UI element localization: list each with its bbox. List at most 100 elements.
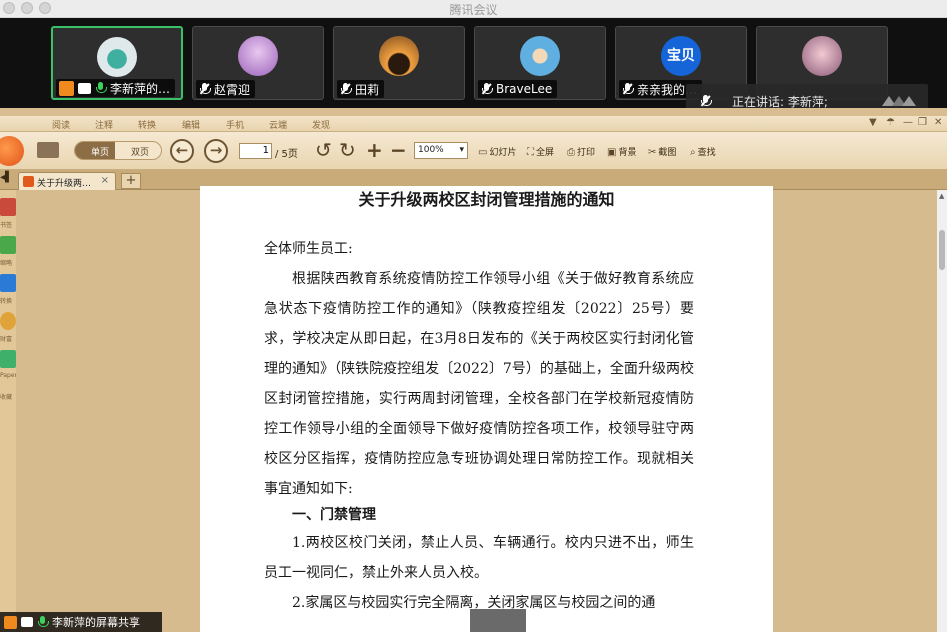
shared-screen: 阅读 注释 转换 编辑 手机 云端 发现 ▼ ☂ — ❐ ✕ 单页 双页 ← →… <box>0 108 947 632</box>
scroll-up-icon[interactable]: ▲ <box>939 192 944 200</box>
open-folder-icon[interactable] <box>37 142 59 158</box>
screen-share-icon <box>78 82 91 94</box>
host-icon <box>59 80 74 96</box>
prev-page-button[interactable]: ← <box>170 139 194 163</box>
reader-menu-tabs: 阅读 注释 转换 编辑 手机 云端 发现 ▼ ☂ — ❐ ✕ <box>0 116 947 132</box>
favorites-label[interactable]: 收藏 <box>0 392 12 401</box>
section-heading: 一、门禁管理 <box>292 507 376 523</box>
screen-share-bar: 李新萍的屏幕共享 <box>0 612 162 632</box>
fullscreen-icon: ⛶ <box>527 147 534 158</box>
screen-share-label: 李新萍的屏幕共享 <box>52 616 140 629</box>
zoom-out-icon[interactable]: − <box>390 140 407 160</box>
slideshow-icon: ▭ <box>478 147 488 158</box>
convert-icon[interactable] <box>0 274 16 292</box>
close-icon[interactable]: ✕ <box>934 117 942 128</box>
screenshot-button[interactable]: ✂ 截图 <box>648 145 676 158</box>
window-title: 腾讯会议 <box>449 3 498 17</box>
zoom-in-icon[interactable]: + <box>366 140 383 160</box>
menu-tab-read[interactable]: 阅读 <box>52 118 70 131</box>
vertical-scrollbar[interactable]: ▲ <box>937 190 947 632</box>
avatar <box>379 36 419 76</box>
menu-tab-discover[interactable]: 发现 <box>312 118 330 131</box>
menu-tab-convert[interactable]: 转换 <box>138 118 156 131</box>
background-button[interactable]: ▣ 背景 <box>607 145 636 158</box>
participant-name: 赵霄迎 <box>214 82 251 97</box>
document-tab-title: 关于升级两… <box>37 179 92 189</box>
menu-tab-annotate[interactable]: 注释 <box>95 118 113 131</box>
mic-muted-icon <box>481 83 493 95</box>
participant-tile[interactable]: 田莉 <box>333 26 465 100</box>
background-icon: ▣ <box>607 147 617 158</box>
menu-tab-cloud[interactable]: 云端 <box>269 118 287 131</box>
avatar <box>238 36 278 76</box>
menu-tab-mobile[interactable]: 手机 <box>226 118 244 131</box>
print-button[interactable]: ⎙ 打印 <box>567 145 595 158</box>
bookmark-label: 书签 <box>0 222 13 229</box>
avatar: 宝贝 <box>661 36 701 76</box>
double-page-button[interactable]: 双页 <box>115 142 155 159</box>
close-tab-icon[interactable]: × <box>101 175 109 186</box>
reader-toolbar: 单页 双页 ← → 1 / 5页 ↺ ↻ + − 100% ▭幻灯片 ⛶全屏 ⎙… <box>0 132 947 170</box>
minimize-icon[interactable]: — <box>903 117 913 128</box>
find-button[interactable]: ⌕ 查找 <box>690 145 716 158</box>
menu-tab-edit[interactable]: 编辑 <box>182 118 200 131</box>
participant-name: BraveLee <box>496 82 553 96</box>
page-number-input[interactable]: 1 <box>239 143 272 159</box>
scrollbar-thumb[interactable] <box>939 230 945 270</box>
print-icon: ⎙ <box>567 147 575 158</box>
mic-muted-icon <box>622 83 634 95</box>
next-page-button[interactable]: → <box>204 139 228 163</box>
single-page-button[interactable]: 单页 <box>75 142 116 159</box>
speaking-label: 正在讲话: 李新萍; <box>732 94 828 109</box>
participant-tile[interactable]: 赵霄迎 <box>192 26 324 100</box>
restore-icon[interactable]: ❐ <box>918 117 927 128</box>
reader-left-sidebar: 书签 缩略 转换 财富 Paper 收藏 <box>0 190 17 632</box>
document-salutation: 全体师生员工: <box>264 241 353 257</box>
new-tab-button[interactable]: + <box>121 173 141 189</box>
participant-name: 田莉 <box>355 82 380 97</box>
share-toolbar-handle[interactable] <box>470 609 526 632</box>
sidebar-toggle-icon[interactable]: ◂▌ <box>0 172 13 183</box>
mic-muted-icon <box>340 83 352 95</box>
document-viewport[interactable]: 关于升级两校区封闭管理措施的通知 全体师生员工: 根据陕西教育系统疫情防控工作领… <box>16 186 937 632</box>
mic-on-icon <box>95 82 107 94</box>
host-icon <box>4 615 17 629</box>
mic-on-icon <box>37 616 49 628</box>
participant-tile[interactable]: BraveLee <box>474 26 606 100</box>
background-label: 背景 <box>618 148 637 158</box>
skin-icon[interactable]: ☂ <box>886 117 895 128</box>
fullscreen-label: 全屏 <box>536 148 555 158</box>
thumbnail-icon[interactable] <box>0 236 16 254</box>
zoom-select[interactable]: 100% <box>414 142 468 159</box>
find-label: 查找 <box>697 148 716 158</box>
page-total: / 5页 <box>275 149 298 160</box>
rotate-left-icon[interactable]: ↺ <box>315 140 332 160</box>
slideshow-button[interactable]: ▭ 幻灯片 <box>478 145 516 158</box>
avatar <box>97 37 137 77</box>
wealth-icon[interactable] <box>0 312 16 330</box>
convert-label: 转换 <box>0 298 13 305</box>
participant-tile[interactable]: 李新萍的… <box>51 26 183 100</box>
tencent-meeting-logo <box>882 96 916 106</box>
avatar <box>520 36 560 76</box>
fullscreen-button[interactable]: ⛶ 全屏 <box>527 145 554 158</box>
document-paragraph: 根据陕西教育系统疫情防控工作领导小组《关于做好教育系统应急状态下疫情防控工作的通… <box>264 271 694 497</box>
participant-strip: 李新萍的… 赵霄迎 田莉 BraveLee 宝贝 亲亲我的… 正在讲话: 李新萍… <box>0 18 947 118</box>
rotate-right-icon[interactable]: ↻ <box>339 140 356 160</box>
bookmark-icon[interactable] <box>0 198 16 216</box>
window-titlebar: 腾讯会议 <box>0 0 947 18</box>
avatar <box>802 36 842 76</box>
paper-label: Paper <box>0 372 17 379</box>
screenshot-label: 截图 <box>658 148 677 158</box>
print-label: 打印 <box>577 148 596 158</box>
document-item: 1.两校区校门关闭，禁止人员、车辆通行。校内只进不出，师生员工一视同仁，禁止外来… <box>264 535 694 581</box>
scissors-icon: ✂ <box>648 147 657 158</box>
thumbnail-label: 缩略 <box>0 260 13 267</box>
reader-logo-icon[interactable] <box>0 136 24 166</box>
paper-icon[interactable] <box>0 350 16 368</box>
menu-dropdown-icon[interactable]: ▼ <box>869 117 877 128</box>
view-mode-toggle: 单页 双页 <box>74 141 162 160</box>
mic-muted-icon <box>700 95 712 107</box>
participant-name: 李新萍的… <box>110 81 171 96</box>
document-tab[interactable]: 关于升级两… × <box>18 172 116 190</box>
